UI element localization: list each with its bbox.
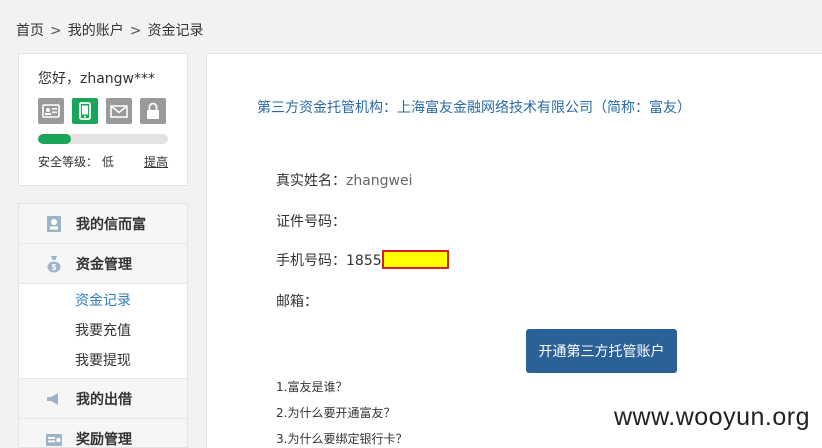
phone-value: 1855 [346,253,382,269]
sidebar-item-label: 资金管理 [76,256,132,273]
open-custody-account-button[interactable]: 开通第三方托管账户 [526,329,677,373]
redaction-box [381,250,449,269]
watermark: www.wooyun.org [614,403,810,431]
email-label: 邮箱： [276,294,318,310]
money-bag-icon: $ [45,255,63,273]
submenu-fund-records[interactable]: 资金记录 [19,286,187,316]
faq-item[interactable]: 2.为什么要开通富友？ [276,404,395,421]
phone-label: 手机号码： [276,253,346,269]
mail-icon[interactable] [106,98,132,124]
sidebar-item-label: 我的出借 [76,391,132,408]
security-progress-fill [38,134,71,144]
custodian-info: 第三方资金托管机构：上海富友金融网络技术有限公司（简称：富友） [257,100,691,116]
security-progress-bar [38,134,168,144]
breadcrumb-current: 资金记录 [147,23,204,39]
id-card-icon[interactable] [38,98,64,124]
submenu-withdraw[interactable]: 我要提现 [19,346,187,376]
breadcrumb-separator: > [129,23,142,39]
real-name-field: 真实姓名：zhangwei [276,170,413,190]
security-icons [38,98,166,124]
main-panel: 第三方资金托管机构：上海富友金融网络技术有限公司（简称：富友） 真实姓名：zha… [206,53,822,448]
email-field: 邮箱： [276,291,318,311]
submenu-recharge[interactable]: 我要充值 [19,316,187,346]
svg-text:$: $ [52,263,57,272]
faq-item[interactable]: 1.富友是谁？ [276,378,347,395]
reward-icon [45,430,63,448]
real-name-label: 真实姓名： [276,173,346,189]
funds-submenu: 资金记录 我要充值 我要提现 [19,284,187,379]
user-card: 您好，zhangw*** 安全等级： 低 提高 [18,53,188,186]
sidebar-item-label: 奖励管理 [76,431,132,448]
real-name-value: zhangwei [346,173,413,189]
breadcrumb-account[interactable]: 我的账户 [68,23,124,39]
phone-field: 手机号码：1855 [276,250,449,270]
sidebar-item-funds[interactable]: $ 资金管理 [19,244,187,284]
sidebar-menu: 我的信而富 $ 资金管理 资金记录 我要充值 我要提现 我的出借 奖励管理 [18,203,188,448]
phone-icon[interactable] [72,98,98,124]
raise-security-link[interactable]: 提高 [144,153,168,170]
security-level: 安全等级： 低 [38,155,114,169]
sidebar-item-label: 我的信而富 [76,216,146,233]
breadcrumb: 首页 > 我的账户 > 资金记录 [16,20,203,40]
sidebar-item-my-lending[interactable]: 我的出借 [19,379,187,419]
account-icon [45,215,63,233]
breadcrumb-home[interactable]: 首页 [16,23,44,39]
megaphone-icon [45,390,63,408]
lock-icon[interactable] [140,98,166,124]
id-number-field: 证件号码： [276,211,346,231]
sidebar-item-rewards[interactable]: 奖励管理 [19,419,187,448]
faq-item[interactable]: 3.为什么要绑定银行卡？ [276,430,407,447]
id-number-label: 证件号码： [276,214,346,230]
sidebar-item-my-account[interactable]: 我的信而富 [19,204,187,244]
breadcrumb-separator: > [50,23,62,39]
greeting: 您好，zhangw*** [38,71,156,87]
